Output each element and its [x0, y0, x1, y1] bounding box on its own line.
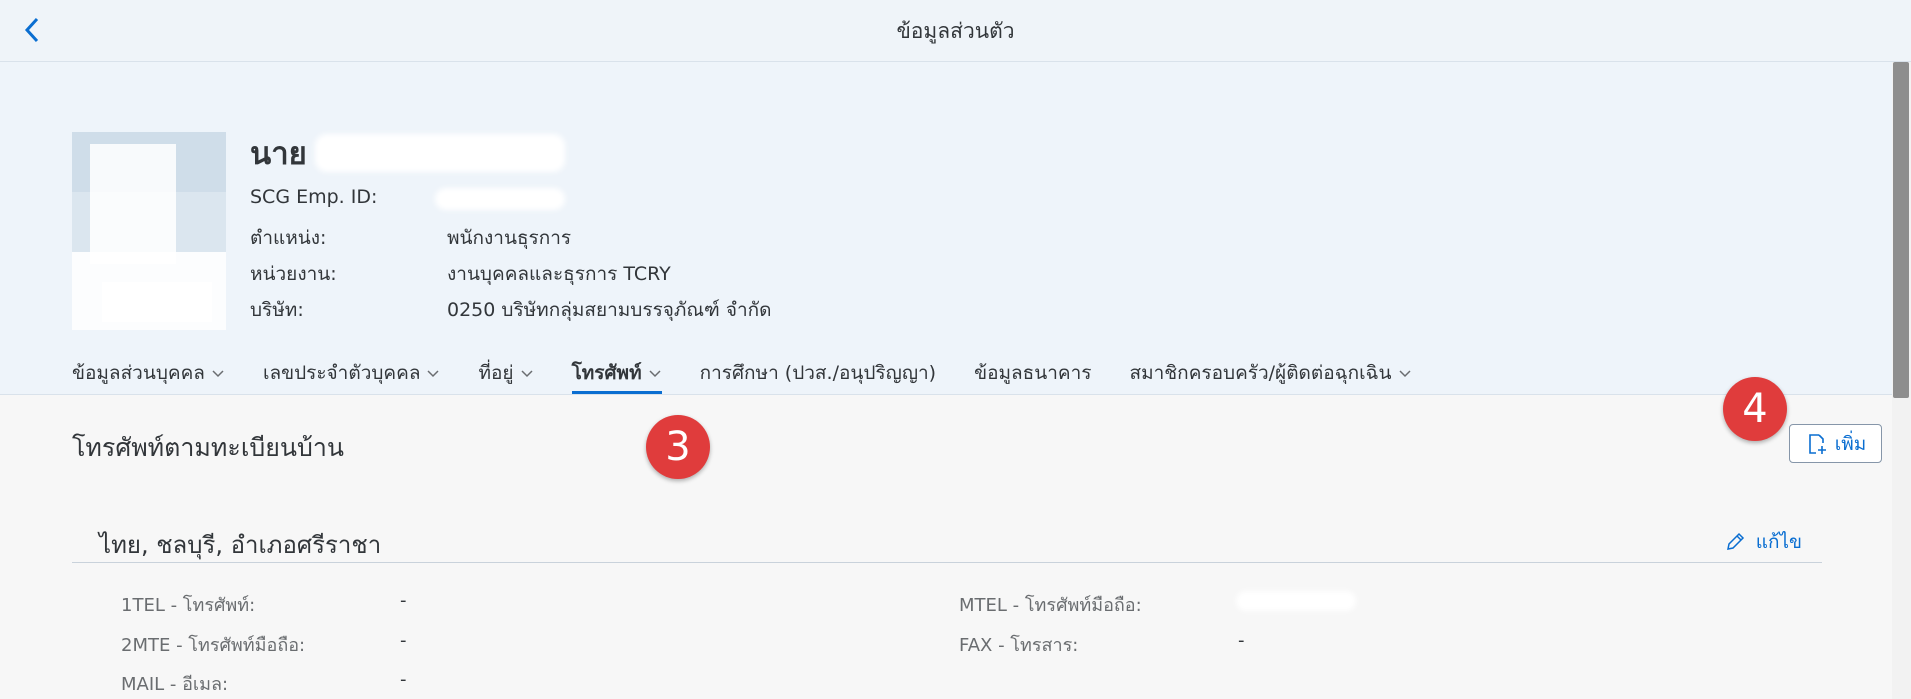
address-subsection-header: ไทย, ชลบุรี, อำเภอศรีราชา แก้ไข: [72, 515, 1822, 563]
tab-education[interactable]: การศึกษา (ปวส./อนุปริญญา): [700, 354, 936, 392]
edit-button[interactable]: แก้ไข: [1724, 527, 1802, 557]
section-title: โทรศัพท์ตามทะเบียนบ้าน: [72, 433, 344, 462]
chevron-down-icon: [521, 370, 533, 378]
tab-label: การศึกษา (ปวส./อนุปริญญา): [699, 362, 937, 384]
edit-label: แก้ไข: [1755, 531, 1802, 553]
field-label-fax: FAX - โทรสาร:: [959, 635, 1079, 656]
employee-name: นาย: [250, 133, 565, 173]
tab-label: โทรศัพท์: [571, 362, 642, 384]
tab-family-emergency[interactable]: สมาชิกครอบครัว/ผู้ติดต่อฉุกเฉิน: [1130, 354, 1412, 392]
avatar: [72, 132, 226, 330]
name-prefix: นาย: [250, 136, 307, 172]
tab-label: ข้อมูลธนาคาร: [974, 362, 1092, 384]
field-value-tel: -: [400, 590, 407, 611]
position-label: ตำแหน่ง:: [250, 227, 327, 249]
step-marker-4: 4: [1723, 377, 1787, 441]
field-value-mte: -: [400, 630, 407, 651]
field-label-mte: 2MTE - โทรศัพท์มือถือ:: [121, 635, 306, 656]
tab-label: สมาชิกครอบครัว/ผู้ติดต่อฉุกเฉิน: [1129, 362, 1392, 384]
tab-personal-info[interactable]: ข้อมูลส่วนบุคคล: [72, 354, 225, 392]
field-value-mail: -: [400, 669, 407, 690]
tab-phone[interactable]: โทรศัพท์: [571, 354, 662, 394]
tab-label: เลขประจำตัวบุคคล: [262, 362, 421, 384]
field-label-mail: MAIL - อีเมล:: [121, 674, 229, 695]
redacted-mobile: [1236, 591, 1356, 611]
chevron-down-icon: [427, 370, 440, 378]
page-title: ข้อมูลส่วนตัว: [896, 19, 1015, 43]
tab-bank-info[interactable]: ข้อมูลธนาคาร: [974, 354, 1091, 392]
company-row: บริษัท: 0250 บริษัทกลุ่มสยามบรรจุภัณฑ์ จ…: [250, 295, 772, 325]
scrollbar-thumb[interactable]: [1893, 62, 1909, 398]
field-value-fax: -: [1238, 630, 1245, 651]
tab-id-numbers[interactable]: เลขประจำตัวบุคคล: [263, 354, 441, 392]
field-label-mtel: MTEL - โทรศัพท์มือถือ:: [959, 595, 1142, 616]
section-tabs: ข้อมูลส่วนบุคคล เลขประจำตัวบุคคล ที่อยู่…: [72, 354, 1450, 395]
company-value: 0250 บริษัทกลุ่มสยามบรรจุภัณฑ์ จำกัด: [447, 299, 772, 321]
tab-label: ข้อมูลส่วนบุคคล: [72, 362, 205, 384]
position-value: พนักงานธุรการ: [447, 227, 572, 249]
add-document-icon: [1808, 433, 1826, 454]
chevron-down-icon: [212, 370, 224, 378]
department-label: หน่วยงาน:: [250, 263, 337, 285]
add-button-label: เพิ่ม: [1834, 432, 1867, 455]
step-marker-3: 3: [646, 415, 710, 479]
add-button[interactable]: เพิ่ม: [1789, 424, 1882, 463]
subsection-title: ไทย, ชลบุรี, อำเภอศรีราชา: [99, 531, 382, 559]
pencil-icon: [1726, 532, 1744, 550]
tab-address[interactable]: ที่อยู่: [478, 354, 533, 392]
redacted-name: [314, 134, 565, 172]
company-label: บริษัท:: [250, 299, 304, 321]
shell-bar: ข้อมูลส่วนตัว: [0, 0, 1911, 62]
emp-id-row: SCG Emp. ID:: [250, 186, 565, 210]
tab-label: ที่อยู่: [478, 362, 514, 384]
emp-id-label: SCG Emp. ID:: [250, 186, 378, 208]
department-row: หน่วยงาน: งานบุคคลและธุรการ TCRY: [250, 259, 671, 289]
position-row: ตำแหน่ง: พนักงานธุรการ: [250, 223, 571, 253]
chevron-down-icon: [649, 370, 661, 378]
redacted-emp-id: [435, 188, 565, 210]
field-label-tel: 1TEL - โทรศัพท์:: [121, 595, 256, 616]
department-value: งานบุคคลและธุรการ TCRY: [447, 263, 671, 285]
chevron-down-icon: [1398, 370, 1411, 378]
